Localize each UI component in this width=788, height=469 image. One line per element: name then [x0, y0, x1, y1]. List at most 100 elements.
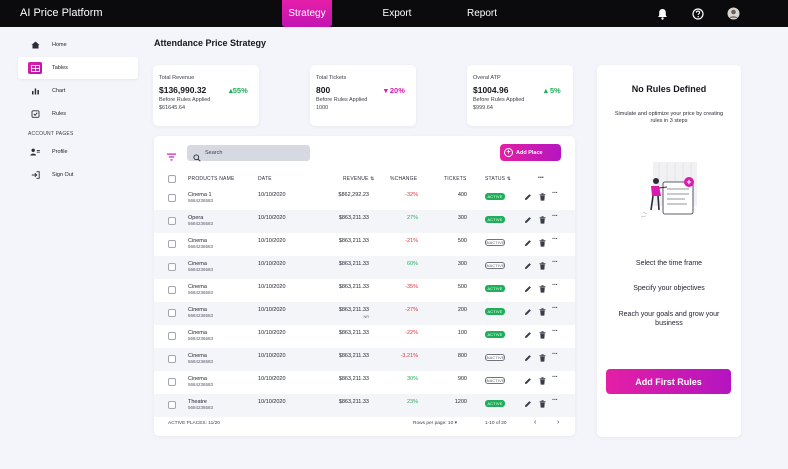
edit-icon[interactable]: [524, 239, 532, 249]
revenue-cell: $863,211.33: [338, 376, 369, 382]
row-checkbox[interactable]: [168, 286, 176, 294]
bell-icon[interactable]: [655, 6, 670, 21]
row-checkbox[interactable]: [168, 194, 176, 202]
revenue-cell: $863,211.33: [338, 307, 369, 313]
delete-icon[interactable]: [539, 331, 546, 341]
table-row[interactable]: Cinema 1 5684236583 10/10/2020 $862,292.…: [154, 187, 575, 210]
row-checkbox[interactable]: [168, 355, 176, 363]
delete-icon[interactable]: [539, 216, 546, 226]
step-3: Reach your goals and grow your business: [618, 311, 720, 327]
edit-icon[interactable]: [524, 377, 532, 387]
row-checkbox[interactable]: [168, 332, 176, 340]
more-icon[interactable]: ···: [552, 213, 558, 220]
add-first-rules-button[interactable]: Add First Rules: [606, 369, 731, 394]
more-icon[interactable]: ···: [552, 328, 558, 335]
filter-icon[interactable]: [167, 148, 176, 166]
edit-icon[interactable]: [524, 262, 532, 272]
row-checkbox[interactable]: [168, 263, 176, 271]
delete-icon[interactable]: [539, 308, 546, 318]
pagination-range: 1-10 of 20: [485, 421, 507, 426]
column-tickets[interactable]: TICKETS: [444, 176, 467, 182]
row-checkbox[interactable]: [168, 240, 176, 248]
delete-icon[interactable]: [539, 239, 546, 249]
edit-icon[interactable]: [524, 354, 532, 364]
table-row[interactable]: Cinema 5684236583 10/10/2020 $863,211.33…: [154, 325, 575, 348]
more-icon[interactable]: ···: [552, 259, 558, 266]
sidebar: Home Tables Chart Rules ACCOUNT PAGES Pr…: [18, 34, 138, 187]
sidebar-item-chart[interactable]: Chart: [18, 80, 138, 102]
table-row[interactable]: Cinema 5684236583 10/10/2020 $863,211.33…: [154, 233, 575, 256]
sidebar-item-sign-out[interactable]: Sign Out: [18, 164, 138, 186]
status-badge: ACTIVE: [485, 331, 505, 338]
rows-per-page-select[interactable]: Rows per page: 10 ▾: [413, 421, 457, 426]
chevron-down-icon: ▾: [454, 421, 458, 426]
tab-strategy[interactable]: Strategy: [282, 0, 332, 27]
column-more[interactable]: •••: [538, 175, 544, 181]
table-row[interactable]: Cinema 5684236583 10/10/2020 $863,211.33…: [154, 348, 575, 371]
status-badge: INACTIVE: [485, 262, 505, 269]
tickets-cell: 900: [457, 376, 467, 382]
row-checkbox[interactable]: [168, 401, 176, 409]
sidebar-item-home[interactable]: Home: [18, 34, 138, 56]
product-id: 5684236583: [188, 359, 214, 364]
column-status[interactable]: STATUS ⇅: [485, 176, 511, 182]
select-all-checkbox[interactable]: [168, 175, 176, 183]
table-row[interactable]: Cinema 5684236583 10/10/2020 $863,211.33…: [154, 302, 575, 325]
help-icon[interactable]: [690, 6, 705, 21]
tab-report[interactable]: Report: [457, 0, 507, 27]
active-places-count: ACTIVE PLACES: 11/20: [168, 421, 220, 426]
more-icon[interactable]: ···: [552, 282, 558, 289]
more-icon[interactable]: ···: [552, 190, 558, 197]
date-cell: 10/10/2020: [258, 330, 286, 336]
status-badge: INACTIVE: [485, 377, 505, 384]
edit-icon[interactable]: [524, 216, 532, 226]
change-cell: 30%: [406, 376, 418, 382]
row-checkbox[interactable]: [168, 217, 176, 225]
column-date[interactable]: DATE: [258, 176, 272, 182]
more-icon[interactable]: ···: [552, 351, 558, 358]
stat-sub-value: 1000: [316, 105, 329, 111]
delete-icon[interactable]: [539, 285, 546, 295]
avatar[interactable]: [726, 6, 741, 21]
sidebar-item-profile[interactable]: Profile: [18, 141, 138, 163]
edit-icon[interactable]: [524, 285, 532, 295]
status-badge: ACTIVE: [485, 285, 505, 292]
delete-icon[interactable]: [539, 354, 546, 364]
sidebar-item-rules[interactable]: Rules: [18, 103, 138, 125]
prev-page-icon[interactable]: ‹: [534, 419, 536, 426]
add-place-button[interactable]: + Add Place: [500, 144, 561, 161]
tab-export[interactable]: Export: [372, 0, 422, 27]
table-row[interactable]: Cinema 5684236583 10/10/2020 $863,211.33…: [154, 279, 575, 302]
edit-icon[interactable]: [524, 193, 532, 203]
more-icon[interactable]: ···: [552, 236, 558, 243]
column-revenue[interactable]: REVENUE ⇅: [343, 176, 375, 182]
edit-icon[interactable]: [524, 331, 532, 341]
tickets-cell: 300: [457, 261, 467, 267]
row-checkbox[interactable]: [168, 309, 176, 317]
sidebar-item-label: Rules: [52, 111, 67, 117]
product-name-cell: Cinema 5684236583: [188, 284, 213, 295]
column-change[interactable]: %CHANGE: [390, 176, 417, 182]
table-row[interactable]: Theatre 5684236583 10/10/2020 $863,211.3…: [154, 394, 575, 417]
more-icon[interactable]: ···: [552, 397, 558, 404]
more-icon[interactable]: ···: [552, 374, 558, 381]
table-row[interactable]: Cinema 5684236583 10/10/2020 $863,211.33…: [154, 256, 575, 279]
row-checkbox[interactable]: [168, 378, 176, 386]
table-row[interactable]: Cinema 5684236583 10/10/2020 $863,211.33…: [154, 371, 575, 394]
column-products-name[interactable]: PRODUCTS NAME: [188, 176, 235, 182]
next-page-icon[interactable]: ›: [557, 419, 559, 426]
sort-icon: ⇅: [370, 176, 375, 182]
stat-sub-value: $61645.64: [159, 105, 185, 111]
table-row[interactable]: Opera 5684236583 10/10/2020 $863,211.33 …: [154, 210, 575, 233]
sidebar-item-tables[interactable]: Tables: [18, 57, 138, 79]
search-input[interactable]: [205, 145, 305, 161]
product-name-cell: Cinema 5684236583: [188, 330, 213, 341]
delete-icon[interactable]: [539, 193, 546, 203]
more-icon[interactable]: ···: [552, 305, 558, 312]
delete-icon[interactable]: [539, 262, 546, 272]
status-badge: INACTIVE: [485, 239, 505, 246]
delete-icon[interactable]: [539, 377, 546, 387]
edit-icon[interactable]: [524, 308, 532, 318]
edit-icon[interactable]: [524, 400, 532, 410]
delete-icon[interactable]: [539, 400, 546, 410]
